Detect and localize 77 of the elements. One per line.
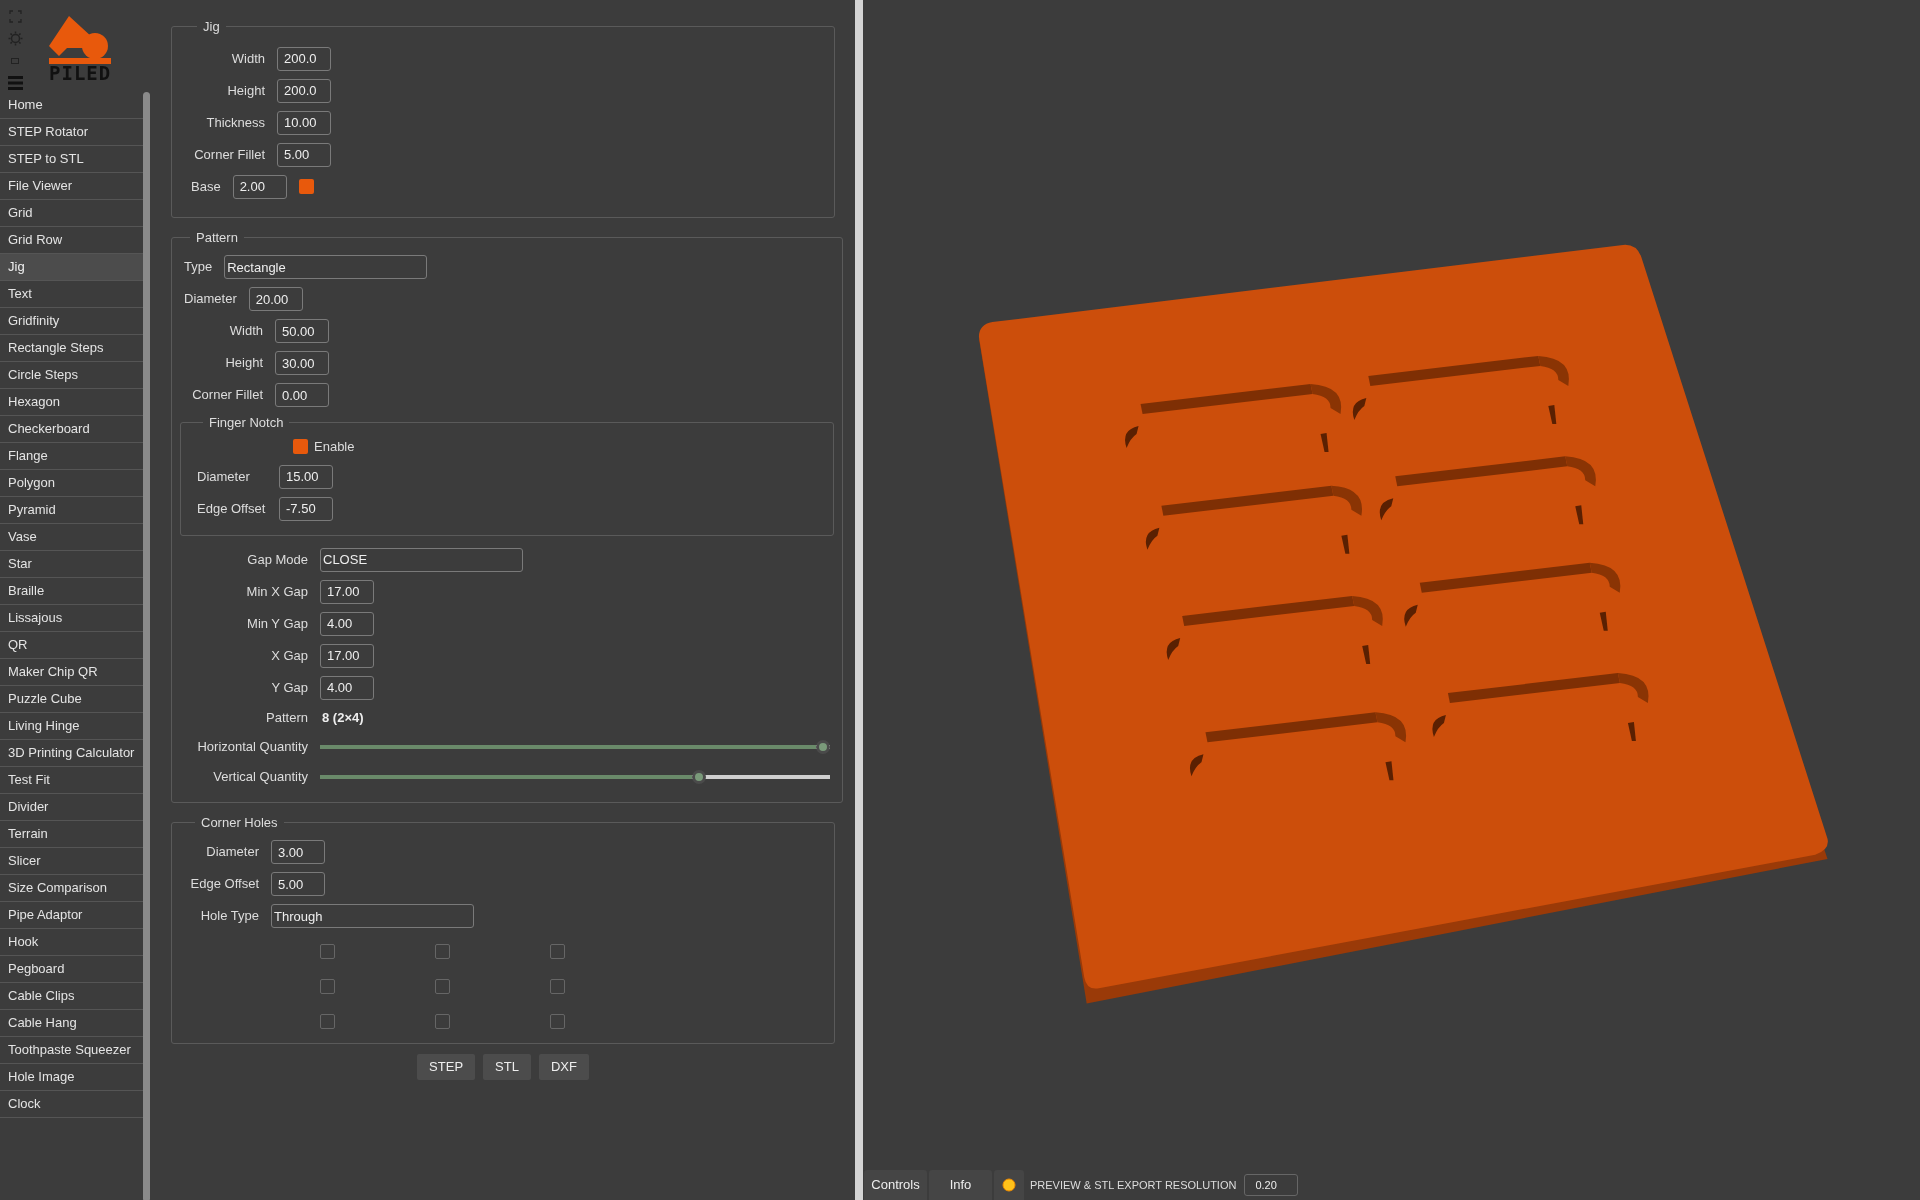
number-input[interactable]: -7.50 (279, 496, 333, 521)
number-input[interactable]: 17.00 (320, 643, 374, 668)
number-input[interactable]: 0.00 (275, 383, 329, 407)
resolution-label: PREVIEW & STL EXPORT RESOLUTION (1030, 1177, 1237, 1193)
logo-icon (49, 16, 111, 66)
hole-checkbox[interactable] (550, 1014, 565, 1029)
sun-icon (1002, 1178, 1016, 1192)
number-input[interactable]: 15.00 (279, 464, 333, 489)
field-label: Width (228, 322, 263, 341)
field-label: Edge Offset (189, 875, 259, 894)
field-label: Vertical Quantity (212, 767, 308, 786)
section-title: Pattern (195, 228, 239, 247)
hole-checkbox[interactable] (550, 979, 565, 994)
field-label: Width (230, 49, 265, 68)
field-label: Hole Type (199, 907, 259, 926)
field-label: Y Gap (270, 678, 308, 697)
field-label: Base (191, 177, 221, 196)
section-title: Jig (202, 18, 221, 36)
scrollbar[interactable] (143, 92, 150, 1200)
section-title: Corner Holes (200, 813, 279, 832)
number-input[interactable]: 4.00 (320, 675, 374, 700)
field-label: Type (184, 258, 213, 277)
field-label: Diameter (184, 290, 237, 309)
slider-thumb[interactable] (692, 769, 706, 784)
hole-checkbox[interactable] (320, 979, 335, 994)
number-input[interactable]: 17.00 (320, 579, 374, 604)
slider-thumb[interactable] (816, 739, 830, 754)
fullscreen-icon[interactable] (9, 10, 22, 23)
number-input[interactable]: 4.00 (320, 611, 374, 636)
field-label: Pattern (265, 708, 308, 727)
field-label: Height (226, 81, 265, 100)
number-input[interactable]: 200.0 (277, 46, 331, 71)
hole-checkbox[interactable] (435, 979, 450, 994)
hole-checkbox[interactable] (435, 944, 450, 959)
field-label: Corner Fillet (193, 145, 265, 164)
color-swatch[interactable] (298, 179, 314, 194)
field-label: Height (224, 354, 263, 373)
hole-checkbox[interactable] (550, 944, 565, 959)
export-button[interactable]: STL (483, 1054, 531, 1080)
field-label: Diameter (205, 843, 259, 862)
number-input[interactable]: 50.00 (275, 319, 329, 343)
number-input[interactable]: 10.00 (277, 110, 331, 135)
pattern-value: 8 (2×4) (322, 708, 364, 727)
select-field[interactable]: Rectangle (224, 255, 428, 279)
square-icon[interactable] (11, 58, 19, 64)
select-field[interactable]: CLOSE (320, 547, 523, 572)
theme-button[interactable] (994, 1170, 1024, 1200)
panel-tab[interactable]: Info (929, 1170, 992, 1200)
checkbox-label: Enable (314, 437, 355, 456)
resolution-input[interactable]: 0.20 (1244, 1174, 1299, 1196)
field-label: Min X Gap (245, 582, 308, 601)
menu-icon[interactable] (8, 76, 23, 90)
number-input[interactable]: 200.0 (277, 78, 331, 103)
field-label: X Gap (270, 646, 308, 665)
hole-checkbox[interactable] (320, 1014, 335, 1029)
export-button[interactable]: STEP (417, 1054, 476, 1080)
hole-checkbox[interactable] (435, 1014, 450, 1029)
enable-checkbox[interactable] (293, 439, 308, 454)
field-label: Gap Mode (246, 550, 308, 569)
number-input[interactable]: 5.00 (271, 872, 325, 896)
select-field[interactable]: Through (271, 904, 474, 928)
field-label: Corner Fillet (191, 386, 263, 405)
panel-tab[interactable]: Controls (864, 1170, 927, 1200)
field-label: Edge Offset (197, 499, 267, 518)
number-input[interactable]: 5.00 (277, 142, 331, 167)
export-button[interactable]: DXF (538, 1054, 589, 1080)
field-label: Diameter (197, 467, 251, 486)
number-input[interactable]: 3.00 (271, 840, 325, 864)
number-input[interactable]: 30.00 (275, 351, 329, 375)
section-title: Finger Notch (208, 414, 285, 432)
sidebar-item[interactable]: Jig (0, 254, 143, 281)
field-label: Min Y Gap (246, 614, 308, 633)
number-input[interactable]: 20.00 (248, 287, 303, 311)
hole-checkbox[interactable] (320, 944, 335, 959)
field-label: Horizontal Quantity (196, 737, 308, 756)
number-input[interactable]: 2.00 (232, 174, 287, 199)
field-label: Thickness (205, 113, 265, 132)
